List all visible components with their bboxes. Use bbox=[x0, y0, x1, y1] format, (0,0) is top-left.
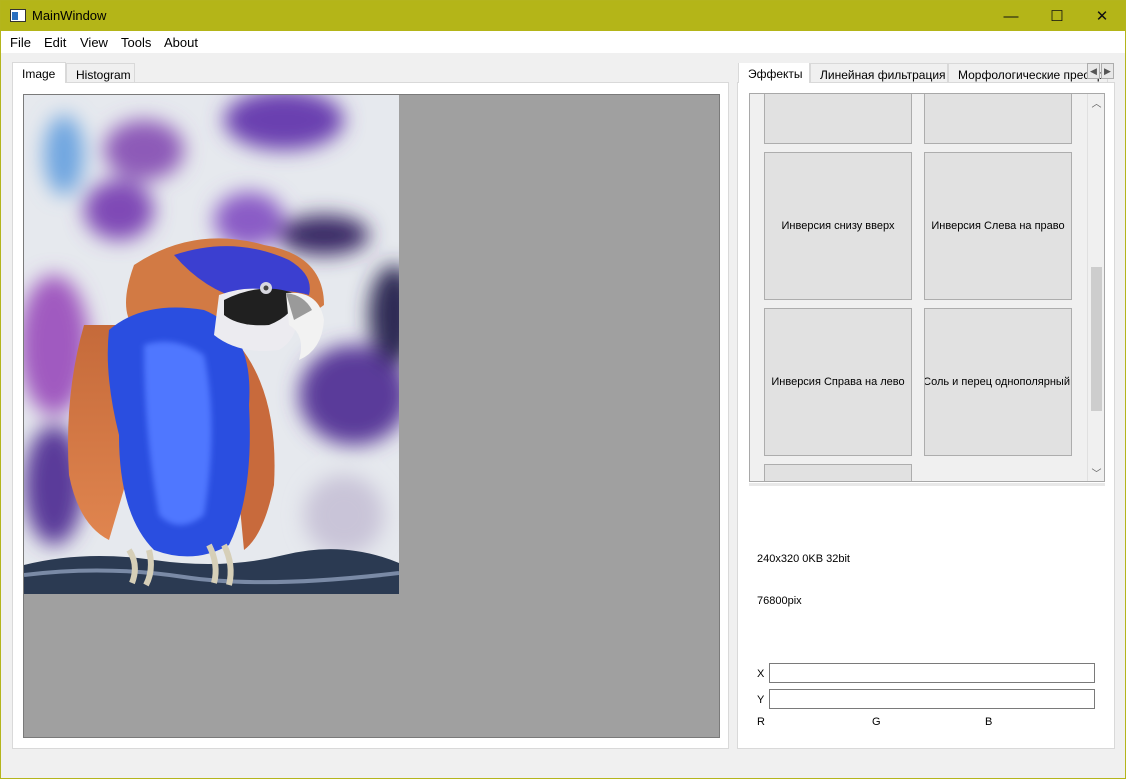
image-canvas[interactable] bbox=[23, 94, 720, 738]
tab-scroll-left-icon[interactable]: ◀ bbox=[1087, 63, 1100, 79]
minimize-button[interactable]: — bbox=[988, 1, 1034, 31]
parrot-image bbox=[24, 95, 399, 594]
effects-panel: Инверсия снизу вверх Инверсия Слева на п… bbox=[737, 82, 1115, 749]
effect-button-partial-top-left[interactable] bbox=[764, 94, 912, 144]
r-label: R bbox=[757, 716, 765, 728]
image-panel bbox=[12, 82, 729, 749]
x-input[interactable] bbox=[769, 663, 1095, 683]
effect-invert-right-left-button[interactable]: Инверсия Справа на лево bbox=[764, 308, 912, 456]
x-label: X bbox=[757, 668, 765, 680]
menu-edit[interactable]: Edit bbox=[44, 35, 66, 50]
maximize-button[interactable]: ☐ bbox=[1034, 1, 1080, 31]
menu-view[interactable]: View bbox=[80, 35, 108, 50]
tab-histogram[interactable]: Histogram bbox=[66, 63, 135, 83]
pixel-count-label: 76800pix bbox=[757, 595, 802, 607]
title-bar[interactable]: MainWindow — ☐ ✕ bbox=[1, 1, 1125, 31]
y-label: Y bbox=[757, 694, 765, 706]
menu-file[interactable]: File bbox=[10, 35, 31, 50]
tab-effects[interactable]: Эффекты bbox=[738, 63, 810, 83]
tab-scroll-right-icon[interactable]: ▶ bbox=[1101, 63, 1114, 79]
right-tab-bar: Эффекты Линейная фильтрация Морфологичес… bbox=[738, 63, 1116, 83]
b-label: B bbox=[985, 716, 993, 728]
close-button[interactable]: ✕ bbox=[1079, 1, 1125, 31]
menu-bar: File Edit View Tools About bbox=[1, 31, 1125, 53]
effect-salt-pepper-button[interactable]: Соль и перец однополярный bbox=[924, 308, 1072, 456]
effect-button-partial-bottom[interactable] bbox=[764, 464, 912, 481]
scroll-up-icon[interactable]: ︿ bbox=[1088, 94, 1104, 111]
divider bbox=[749, 483, 1105, 486]
y-input[interactable] bbox=[769, 689, 1095, 709]
effect-button-partial-top-right[interactable] bbox=[924, 94, 1072, 144]
main-window: MainWindow — ☐ ✕ File Edit View Tools Ab… bbox=[0, 0, 1126, 779]
menu-about[interactable]: About bbox=[164, 35, 198, 50]
effect-invert-left-right-button[interactable]: Инверсия Слева на право bbox=[924, 152, 1072, 300]
tab-linear-filter[interactable]: Линейная фильтрация bbox=[810, 63, 948, 83]
image-stats-label: 240x320 0KB 32bit bbox=[757, 553, 850, 565]
effect-invert-bottom-up-button[interactable]: Инверсия снизу вверх bbox=[764, 152, 912, 300]
scrollbar-thumb[interactable] bbox=[1091, 267, 1102, 411]
tab-morphology[interactable]: Морфологические преобр bbox=[948, 63, 1108, 83]
effects-scrollbar[interactable]: ︿ ﹀ bbox=[1087, 94, 1104, 481]
scroll-down-icon[interactable]: ﹀ bbox=[1088, 464, 1104, 481]
g-label: G bbox=[872, 716, 881, 728]
window-title: MainWindow bbox=[32, 8, 107, 23]
effects-scroll-area[interactable]: Инверсия снизу вверх Инверсия Слева на п… bbox=[749, 93, 1105, 482]
menu-tools[interactable]: Tools bbox=[121, 35, 151, 50]
app-icon bbox=[10, 9, 26, 22]
tab-image[interactable]: Image bbox=[12, 62, 66, 83]
